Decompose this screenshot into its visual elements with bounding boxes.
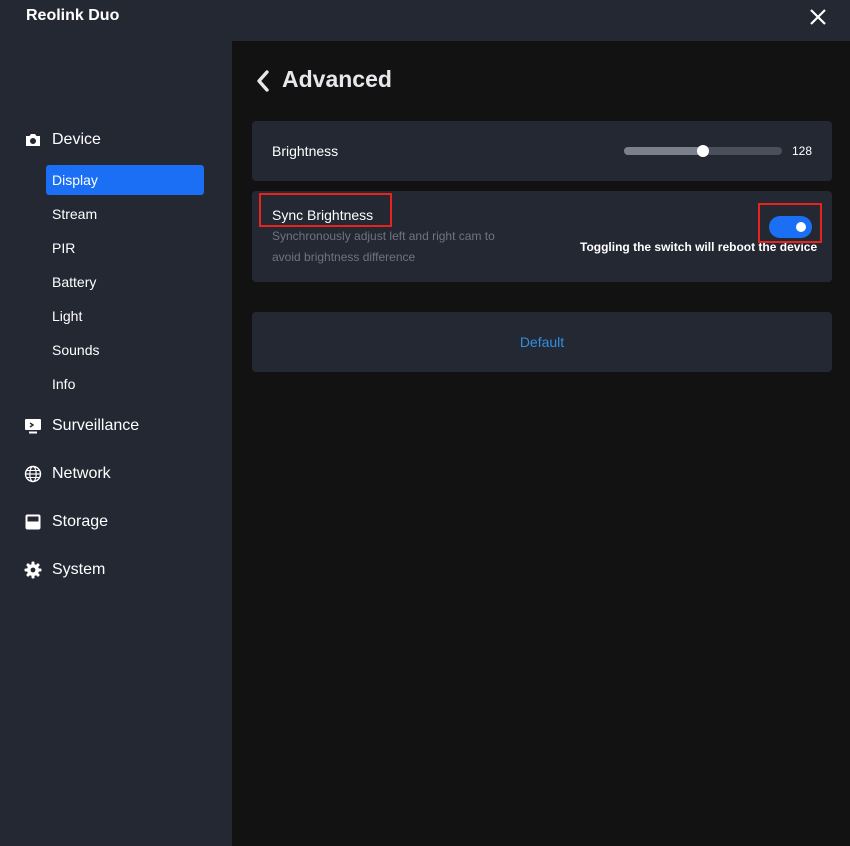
sidebar-group-system[interactable]: System — [24, 558, 105, 582]
camera-icon — [26, 134, 40, 146]
sidebar-item-display[interactable]: Display — [46, 165, 204, 195]
sidebar-item-pir[interactable]: PIR — [46, 233, 204, 263]
sidebar-item-info[interactable]: Info — [46, 369, 204, 399]
page-title: Advanced — [282, 66, 392, 92]
globe-icon — [24, 465, 42, 483]
sidebar-group-label: Storage — [52, 513, 109, 530]
app-title: Reolink Duo — [26, 7, 120, 24]
sidebar-group-label: Surveillance — [52, 417, 140, 434]
sidebar-item-stream[interactable]: Stream — [46, 199, 204, 229]
sidebar-group-device[interactable]: Device — [24, 128, 101, 152]
brightness-label: Brightness — [272, 143, 339, 159]
sync-brightness-label: Sync Brightness — [272, 207, 374, 223]
sidebar-group-label: Device — [52, 131, 101, 148]
default-button[interactable]: Default — [252, 312, 832, 372]
close-icon — [810, 9, 826, 25]
sidebar-item-light[interactable]: Light — [46, 301, 204, 331]
chevron-left-icon — [257, 70, 269, 92]
sidebar-item-sounds[interactable]: Sounds — [46, 335, 204, 365]
gear-icon — [24, 561, 42, 579]
brightness-value: 128 — [792, 144, 813, 158]
title-bar: Reolink Duo — [0, 0, 850, 41]
sidebar-group-storage[interactable]: Storage — [24, 510, 108, 534]
sidebar-group-label: Network — [52, 465, 111, 482]
toggle-knob — [796, 222, 806, 232]
reboot-warning: Toggling the switch will reboot the devi… — [580, 240, 818, 254]
sync-brightness-description: Synchronously adjust left and right cam … — [272, 229, 495, 264]
sync-brightness-toggle[interactable] — [769, 216, 812, 238]
close-button[interactable] — [803, 2, 833, 32]
back-button[interactable] — [253, 68, 273, 94]
brightness-slider[interactable] — [624, 145, 782, 157]
slider-fill — [624, 147, 704, 155]
monitor-icon — [25, 419, 41, 434]
sidebar-item-battery[interactable]: Battery — [46, 267, 204, 297]
sidebar-group-network[interactable]: Network — [24, 462, 111, 486]
sidebar — [0, 41, 232, 846]
sidebar-group-surveillance[interactable]: Surveillance — [24, 414, 139, 438]
sidebar-group-label: System — [52, 561, 106, 578]
hard-drive-icon — [25, 514, 41, 530]
